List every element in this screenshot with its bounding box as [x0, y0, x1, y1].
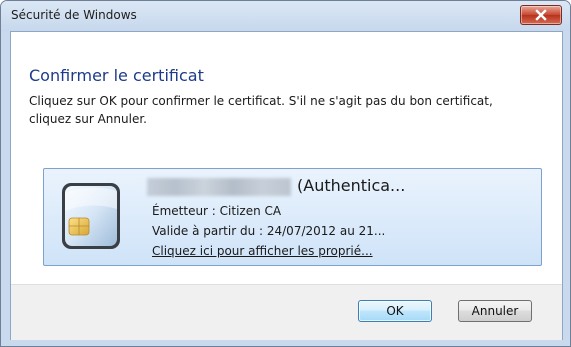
title-bar[interactable]: Sécurité de Windows — [1, 1, 570, 31]
window-title: Sécurité de Windows — [11, 8, 137, 22]
button-bar: OK Annuler — [11, 284, 562, 340]
dialog-description: Cliquez sur OK pour confirmer le certifi… — [29, 94, 493, 126]
dialog-heading: Confirmer le certificat — [29, 66, 204, 85]
certificate-issuer: Émetteur : Citizen CA — [152, 204, 282, 218]
certificate-validity: Valide à partir du : 24/07/2012 au 21... — [152, 224, 386, 238]
certificate-name: (Authentica... — [297, 176, 406, 195]
smart-card-icon — [62, 183, 120, 249]
certificate-name-redacted — [147, 178, 291, 196]
ok-button[interactable]: OK — [358, 300, 432, 322]
close-button[interactable] — [520, 5, 562, 25]
dialog-content: Confirmer le certificat Cliquez sur OK p… — [10, 31, 563, 340]
certificate-tile[interactable]: (Authentica... Émetteur : Citizen CA Val… — [43, 168, 542, 266]
close-x-icon — [535, 9, 547, 21]
dialog-window: Sécurité de Windows Confirmer le certifi… — [0, 0, 571, 347]
view-properties-link[interactable]: Cliquez ici pour afficher les proprié... — [152, 244, 373, 258]
cancel-button[interactable]: Annuler — [458, 300, 532, 322]
